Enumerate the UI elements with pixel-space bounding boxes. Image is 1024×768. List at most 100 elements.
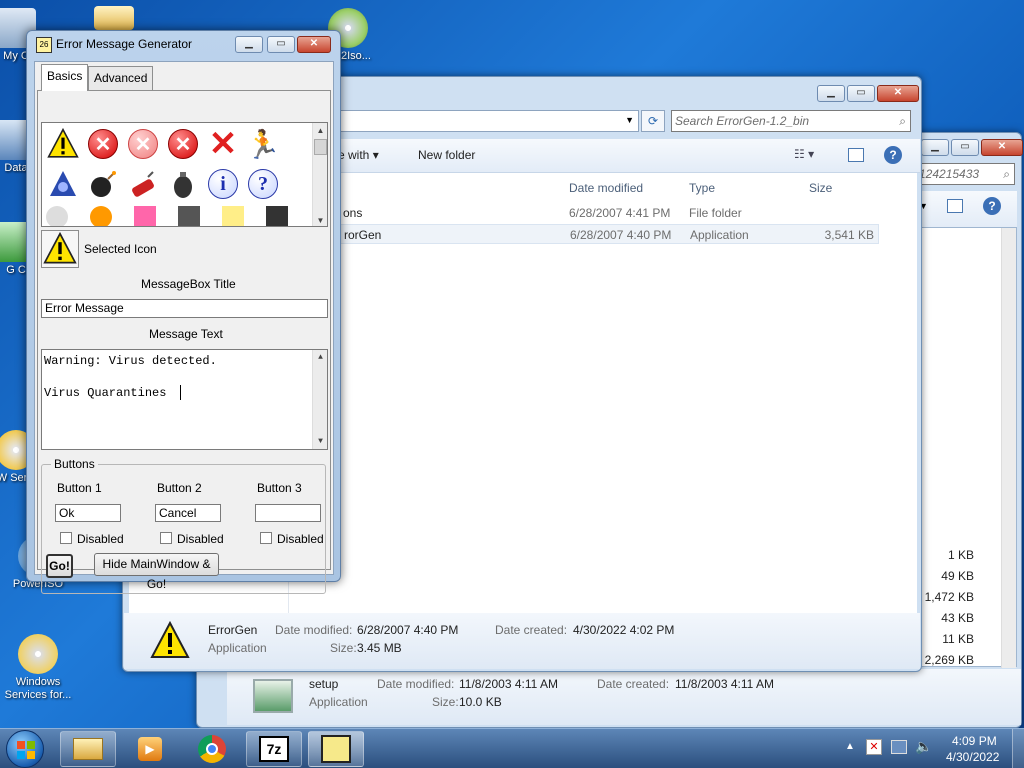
scroll-up-arrow[interactable]: ▲ — [313, 123, 327, 138]
search-input[interactable]: 124215433 ⌕ — [915, 163, 1015, 185]
network-icon[interactable] — [891, 740, 907, 754]
clock-time[interactable]: 4:09 PM — [952, 734, 997, 748]
errorgen-icon — [321, 735, 351, 763]
dialog-body: Basics Advanced ✕ ✕ ✕ ✕ 🏃 i ? ▲ ▼ Select… — [34, 61, 334, 594]
message-line: Warning: Virus detected. — [44, 354, 217, 368]
table-row-selected[interactable]: rorGen 6/28/2007 4:40 PM Application 3,5… — [299, 224, 879, 244]
scrollbar[interactable] — [1001, 228, 1016, 668]
buttons-group-label: Buttons — [51, 457, 98, 471]
minimize-button[interactable]: ▁ — [817, 85, 845, 102]
file-size: 1 KB — [947, 548, 974, 562]
column-header-date-modified[interactable]: Date modified — [569, 181, 643, 195]
misc-icons-row[interactable] — [46, 206, 296, 226]
button2-text-input[interactable]: Cancel — [155, 504, 221, 522]
close-button[interactable]: ✕ — [297, 36, 331, 53]
scroll-thumb[interactable] — [314, 139, 327, 155]
taskbar-chrome[interactable] — [184, 731, 240, 767]
running-man-icon[interactable]: 🏃 — [246, 127, 281, 161]
column-header-type[interactable]: Type — [689, 181, 715, 195]
error-dark-icon[interactable]: ✕ — [166, 127, 200, 161]
aim-triangle-icon[interactable] — [46, 167, 80, 201]
show-desktop-button[interactable] — [1012, 729, 1024, 768]
button3-disabled-label: Disabled — [277, 532, 324, 546]
view-icon[interactable]: ☷ ▾ — [794, 147, 814, 161]
taskbar-errorgen[interactable] — [308, 731, 364, 767]
scroll-down-arrow[interactable]: ▼ — [313, 213, 327, 226]
details-size: 10.0 KB — [459, 695, 502, 709]
disc-icon — [18, 634, 58, 674]
messagebox-title-input[interactable]: Error Message — [41, 299, 328, 318]
close-button[interactable]: ✕ — [877, 85, 919, 102]
preview-pane-icon[interactable] — [848, 148, 864, 162]
error-red-icon[interactable]: ✕ — [86, 127, 120, 161]
show-hidden-icons-icon[interactable]: ▲ — [845, 741, 855, 752]
tab-advanced[interactable]: Advanced — [88, 66, 154, 90]
desktop-icon-folder[interactable] — [76, 6, 152, 32]
taskbar-explorer[interactable] — [60, 731, 116, 767]
button2-disabled-checkbox[interactable] — [160, 532, 172, 544]
details-name: setup — [309, 677, 339, 691]
button1-label: Button 1 — [57, 481, 102, 495]
button1-disabled-checkbox[interactable] — [60, 532, 72, 544]
maximize-button[interactable]: ▭ — [951, 139, 979, 156]
address-bar[interactable]: ▼ — [337, 110, 639, 132]
address-dropdown-icon[interactable]: ▼ — [625, 115, 634, 125]
error-message-generator-window[interactable]: 26 Error Message Generator ▁ ▭ ✕ Basics … — [26, 30, 341, 594]
desktop-icon-windows-services[interactable]: Windows Services for... — [0, 634, 76, 702]
warning-icon[interactable] — [46, 127, 80, 161]
action-center-icon[interactable]: ✕ — [866, 739, 882, 755]
desktop-icon-label: Windows Services for... — [4, 676, 72, 701]
selected-icon-preview — [41, 230, 79, 268]
scroll-down-arrow[interactable]: ▼ — [313, 434, 328, 449]
button3-text-input[interactable] — [255, 504, 321, 522]
scroll-up-arrow[interactable]: ▲ — [313, 350, 328, 365]
grenade-icon[interactable] — [166, 167, 200, 201]
go-button[interactable]: Go! — [46, 554, 73, 578]
clock-date[interactable]: 4/30/2022 — [946, 750, 999, 764]
open-with-button[interactable]: e with ▾ — [338, 148, 379, 162]
close-button[interactable]: ✕ — [981, 139, 1023, 156]
preview-pane-icon[interactable] — [947, 199, 963, 213]
taskbar-media-player[interactable]: ▶ — [122, 731, 178, 767]
selected-icon-label: Selected Icon — [84, 242, 157, 256]
hide-mainwindow-go-button[interactable]: Hide MainWindow & Go! — [94, 553, 219, 591]
new-folder-button[interactable]: New folder — [418, 148, 475, 162]
button1-text-input[interactable]: Ok — [55, 504, 121, 522]
window-title: Error Message Generator — [56, 37, 193, 51]
button3-disabled-checkbox[interactable] — [260, 532, 272, 544]
red-x-icon[interactable]: ✕ — [206, 125, 240, 163]
maximize-button[interactable]: ▭ — [267, 36, 295, 53]
message-text-scrollbar[interactable]: ▲ ▼ — [312, 350, 327, 449]
icon-picker-scrollbar[interactable]: ▲ ▼ — [312, 123, 327, 226]
file-size: 2,269 KB — [924, 653, 974, 667]
icon-picker[interactable]: ✕ ✕ ✕ ✕ 🏃 i ? ▲ ▼ — [41, 122, 328, 227]
dynamite-icon[interactable] — [126, 167, 160, 201]
help-icon[interactable]: ? — [884, 146, 902, 164]
volume-icon[interactable]: 🔈 — [915, 738, 932, 755]
minimize-button[interactable]: ▁ — [921, 139, 949, 156]
maximize-button[interactable]: ▭ — [847, 85, 875, 102]
minimize-button[interactable]: ▁ — [235, 36, 263, 53]
button1-disabled-label: Disabled — [77, 532, 124, 546]
start-button[interactable] — [6, 730, 44, 768]
file-date: 6/28/2007 4:41 PM — [569, 206, 671, 220]
refresh-button[interactable]: ⟳ — [641, 110, 665, 132]
bomb-icon[interactable] — [86, 167, 120, 201]
error-light-icon[interactable]: ✕ — [126, 127, 160, 161]
search-icon: ⌕ — [1003, 167, 1010, 181]
details-kind: Application — [309, 695, 368, 709]
search-input[interactable]: Search ErrorGen-1.2_bin ⌕ — [671, 110, 911, 132]
details-pane: setup Application Date modified: 11/8/20… — [227, 669, 1021, 725]
info-icon[interactable]: i — [206, 167, 240, 201]
column-header-size[interactable]: Size — [809, 181, 832, 195]
file-size: 1,472 KB — [924, 590, 974, 604]
taskbar-7zip[interactable]: 7z — [246, 731, 302, 767]
question-icon[interactable]: ? — [246, 167, 280, 201]
message-line: Virus Quarantines — [44, 386, 167, 400]
message-text-area[interactable]: Warning: Virus detected. Virus Quarantin… — [41, 349, 328, 450]
tab-basics[interactable]: Basics — [41, 64, 89, 91]
help-icon[interactable]: ? — [983, 197, 1001, 215]
table-row[interactable]: ons 6/28/2007 4:41 PM File folder — [299, 203, 879, 223]
details-date-created-label: Date created: — [495, 623, 568, 637]
chrome-icon — [198, 735, 226, 763]
